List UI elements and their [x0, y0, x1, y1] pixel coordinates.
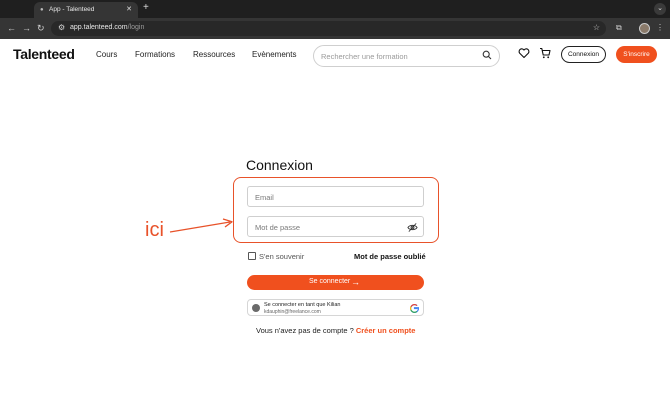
- header-login-button[interactable]: Connexion: [561, 46, 606, 63]
- signup-prompt: Vous n'avez pas de compte ? Créer un com…: [256, 326, 415, 335]
- nav-evenements[interactable]: Evènements: [252, 50, 296, 59]
- no-account-text: Vous n'avez pas de compte ?: [256, 326, 356, 335]
- browser-menu-icon[interactable]: ⋮: [656, 23, 664, 32]
- nav-cours[interactable]: Cours: [96, 50, 117, 59]
- annotation-arrow-icon: [169, 218, 233, 233]
- submit-login-button[interactable]: Se connecter →: [247, 275, 424, 290]
- header-signup-button[interactable]: S'inscrire: [616, 46, 657, 63]
- nav-formations[interactable]: Formations: [135, 50, 175, 59]
- annotation-label: ici: [145, 219, 164, 241]
- google-account-avatar: [252, 304, 260, 312]
- arrow-right-icon: →: [351, 277, 360, 287]
- back-arrow-icon[interactable]: ←: [7, 23, 16, 33]
- create-account-link[interactable]: Créer un compte: [356, 326, 416, 335]
- forgot-password-link[interactable]: Mot de passe oublié: [354, 252, 426, 261]
- profile-avatar[interactable]: [639, 23, 650, 34]
- tab-close-icon[interactable]: ✕: [126, 5, 132, 13]
- url-host: app.talenteed.com: [70, 24, 128, 31]
- submit-label: Se connecter: [309, 278, 351, 285]
- nav-ressources[interactable]: Ressources: [193, 50, 235, 59]
- tab-search-chevron-icon[interactable]: ⌄: [654, 3, 666, 15]
- address-bar[interactable]: ⚙ app.talenteed.com/login ☆: [51, 21, 606, 36]
- site-info-icon[interactable]: ⚙: [58, 23, 65, 32]
- browser-tab[interactable]: ● App - Talenteed ✕: [34, 2, 138, 18]
- browser-tab-bar: ● App - Talenteed ✕ + ⌄: [0, 0, 670, 18]
- search-placeholder: Rechercher une formation: [321, 52, 408, 61]
- reload-icon[interactable]: ↻: [37, 23, 45, 34]
- google-signin-button[interactable]: Se connecter en tant que Kilian kdauphin…: [247, 299, 424, 316]
- remember-checkbox[interactable]: [248, 252, 256, 260]
- heart-icon[interactable]: [518, 47, 530, 59]
- remember-label: S'en souvenir: [259, 252, 305, 261]
- url-text: app.talenteed.com/login: [70, 24, 144, 31]
- search-input[interactable]: Rechercher une formation: [313, 45, 500, 67]
- page-title: Connexion: [246, 157, 313, 173]
- new-tab-button[interactable]: +: [143, 2, 149, 13]
- google-account-name: Se connecter en tant que Kilian: [264, 302, 341, 308]
- browser-toolbar: ← → ↻ ⚙ app.talenteed.com/login ☆ ⧉ ⋮: [0, 18, 670, 39]
- bookmark-star-icon[interactable]: ☆: [593, 23, 600, 32]
- extensions-icon[interactable]: ⧉: [616, 23, 622, 33]
- cart-icon[interactable]: [539, 47, 551, 59]
- forward-arrow-icon[interactable]: →: [22, 23, 31, 33]
- google-icon: [410, 304, 419, 313]
- search-icon[interactable]: [482, 50, 492, 60]
- tab-favicon-icon: ●: [40, 7, 44, 13]
- site-logo[interactable]: Talenteed: [13, 46, 75, 62]
- google-account-email: kdauphin@freelance.com: [264, 309, 321, 315]
- annotation-highlight-box: [233, 177, 439, 243]
- tab-title: App - Talenteed: [49, 6, 95, 13]
- url-path: /login: [127, 24, 145, 31]
